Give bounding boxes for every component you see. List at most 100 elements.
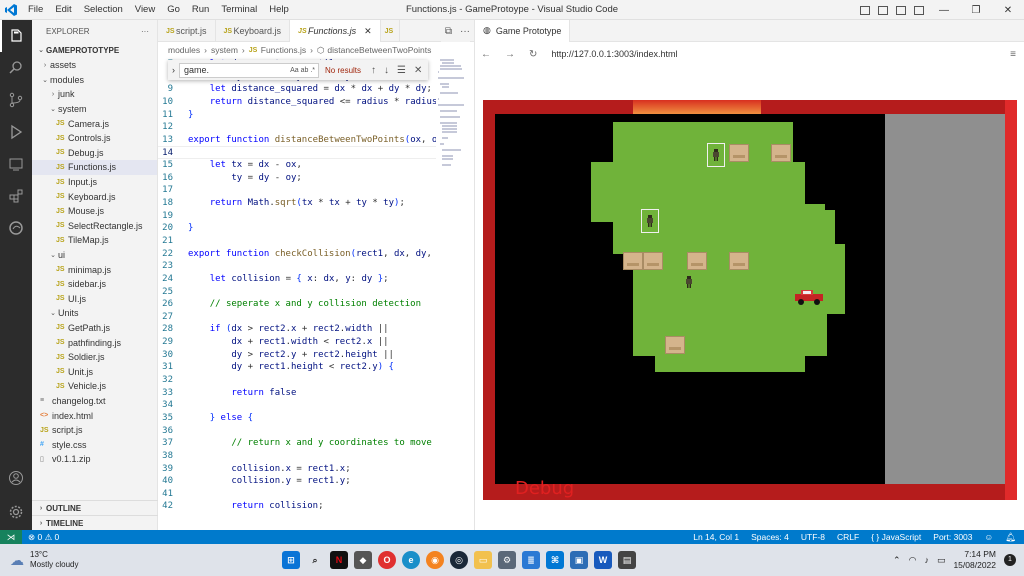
menu-selection[interactable]: Selection (78, 0, 129, 20)
code-line[interactable]: 35 } else { (158, 412, 436, 425)
wifi-icon[interactable]: ◠ (909, 555, 917, 566)
code-line[interactable]: 23 (158, 260, 436, 273)
tree-file[interactable]: JS GetPath.js (32, 321, 157, 336)
crate[interactable] (771, 144, 791, 162)
menu-edit[interactable]: Edit (49, 0, 77, 20)
tree-file[interactable]: JS minimap.js (32, 262, 157, 277)
tree-file[interactable]: JS Controls.js (32, 131, 157, 146)
tree-file[interactable]: JS Functions.js (32, 160, 157, 175)
tree-file[interactable]: JS Mouse.js (32, 204, 157, 219)
soldier-unit[interactable] (712, 149, 720, 161)
tree-file[interactable]: JS Camera.js (32, 116, 157, 131)
word-icon[interactable]: W (594, 551, 612, 569)
more-actions-icon[interactable]: ··· (141, 27, 149, 36)
soldier-unit[interactable] (646, 215, 654, 227)
feedback-icon[interactable]: ☺ (985, 532, 994, 543)
crate[interactable] (643, 252, 663, 270)
url-field[interactable]: http://127.0.0.1:3003/index.html (551, 49, 677, 59)
explorer-icon[interactable] (0, 20, 32, 52)
tree-file[interactable]: # style.css (32, 437, 157, 452)
browser-tab[interactable]: ◍ Game Prototype (475, 19, 571, 42)
accounts-icon[interactable] (0, 462, 32, 494)
tab-overflow[interactable]: JS (381, 20, 400, 42)
problems-indicator[interactable]: ⊗ 0 ⚠ 0 (28, 532, 59, 543)
customize-layout-icon[interactable] (914, 5, 924, 15)
code-line[interactable]: 22 export function checkCollision(rect1, … (158, 248, 436, 261)
code-line[interactable]: 25 (158, 286, 436, 299)
menu-file[interactable]: File (22, 0, 49, 20)
tree-file[interactable]: JS Vehicle.js (32, 379, 157, 394)
tree-file[interactable]: <> index.html (32, 408, 157, 423)
find-input[interactable]: game. Aa ab .* (179, 62, 319, 78)
breadcrumb-item[interactable]: distanceBetweenTwoPoints (327, 45, 431, 55)
tab-script-js[interactable]: JS script.js (158, 20, 216, 42)
tree-file[interactable]: ▯ v0.1.1.zip (32, 452, 157, 467)
close-find-icon[interactable]: ✕ (414, 65, 422, 76)
breadcrumb-item[interactable]: system (211, 45, 238, 55)
toggle-panel-icon[interactable] (878, 5, 888, 15)
code-line[interactable]: 20} (158, 222, 436, 235)
code-line[interactable]: 42 return collision; (158, 500, 436, 513)
tab-keyboard-js[interactable]: JS Keyboard.js (216, 20, 291, 42)
opera-icon[interactable]: O (378, 551, 396, 569)
tree-file[interactable]: ≡ changelog.txt (32, 394, 157, 409)
tree-folder[interactable]: ⌄ Units (32, 306, 157, 321)
split-editor-icon[interactable]: ⧉ (445, 26, 452, 37)
back-arrow-icon[interactable]: ← (481, 49, 491, 60)
live-server-port[interactable]: Port: 3003 (933, 532, 972, 543)
more-actions-icon[interactable]: ··· (460, 26, 470, 37)
tree-folder[interactable]: ⌄ ui (32, 248, 157, 263)
code-line[interactable]: 19 (158, 210, 436, 223)
code-line[interactable]: 11} (158, 109, 436, 122)
edge-devtools-icon[interactable] (0, 212, 32, 244)
reload-icon[interactable]: ↻ (529, 49, 537, 60)
battery-icon[interactable]: ▭ (937, 555, 946, 566)
toggle-replace-icon[interactable]: › (172, 65, 175, 75)
run-debug-icon[interactable] (0, 116, 32, 148)
browser-menu-icon[interactable]: ≡ (1010, 49, 1016, 60)
code-line[interactable]: 34 (158, 399, 436, 412)
cursor-position[interactable]: Ln 14, Col 1 (693, 532, 739, 543)
forward-arrow-icon[interactable]: → (505, 49, 515, 60)
netflix-icon[interactable]: N (330, 551, 348, 569)
minimize-button[interactable]: — (928, 5, 960, 16)
file-explorer-icon[interactable]: ▭ (474, 551, 492, 569)
crate[interactable] (665, 336, 685, 354)
code-line[interactable]: 24 let collision = { x: dx, y: dy }; (158, 273, 436, 286)
tree-file[interactable]: JS sidebar.js (32, 277, 157, 292)
code-line[interactable]: 15 let tx = dx - ox, (158, 159, 436, 172)
tree-file[interactable]: JS script.js (32, 423, 157, 438)
code-line[interactable]: 16 ty = dy - oy; (158, 172, 436, 185)
crate[interactable] (729, 252, 749, 270)
code-line[interactable]: 18 return Math.sqrt(tx * tx + ty * ty); (158, 197, 436, 210)
next-match-icon[interactable]: ↓ (384, 65, 389, 76)
encoding[interactable]: UTF-8 (801, 532, 825, 543)
edge-icon[interactable]: e (402, 551, 420, 569)
tree-folder[interactable]: ⌄ system (32, 102, 157, 117)
code-line[interactable]: 30 dy > rect2.y + rect2.height || (158, 349, 436, 362)
vertical-scrollbar[interactable] (466, 58, 474, 530)
code-line[interactable]: 9 let distance_squared = dx * dx + dy * … (158, 83, 436, 96)
notes-app-icon[interactable]: ≣ (522, 551, 540, 569)
previous-match-icon[interactable]: ↑ (371, 65, 376, 76)
tree-file[interactable]: JS UI.js (32, 292, 157, 307)
code-line[interactable]: 40 collision.y = rect1.y; (158, 475, 436, 488)
code-line[interactable]: 13 export function distanceBetweenTwoPoin… (158, 134, 436, 147)
code-line[interactable]: 39 collision.x = rect1.x; (158, 463, 436, 476)
code-line[interactable]: 27 (158, 311, 436, 324)
settings-gear-icon[interactable] (0, 496, 32, 528)
photos-app-icon[interactable]: ▣ (570, 551, 588, 569)
crate[interactable] (687, 252, 707, 270)
toggle-sidebar-icon[interactable] (860, 5, 870, 15)
menu-go[interactable]: Go (161, 0, 186, 20)
tree-folder[interactable]: ⌄ modules (32, 73, 157, 88)
windows-start-icon[interactable]: ⊞ (282, 551, 300, 569)
app-icon[interactable]: ▤ (618, 551, 636, 569)
minimap[interactable] (438, 58, 466, 238)
menu-terminal[interactable]: Terminal (215, 0, 263, 20)
search-icon[interactable] (0, 52, 32, 84)
notifications-bell-icon[interactable]: 🔔︎ (1005, 532, 1016, 543)
find-options[interactable]: Aa ab .* (290, 67, 315, 74)
game-canvas[interactable]: Debug (483, 100, 1017, 500)
game-app-icon[interactable]: ◆ (354, 551, 372, 569)
